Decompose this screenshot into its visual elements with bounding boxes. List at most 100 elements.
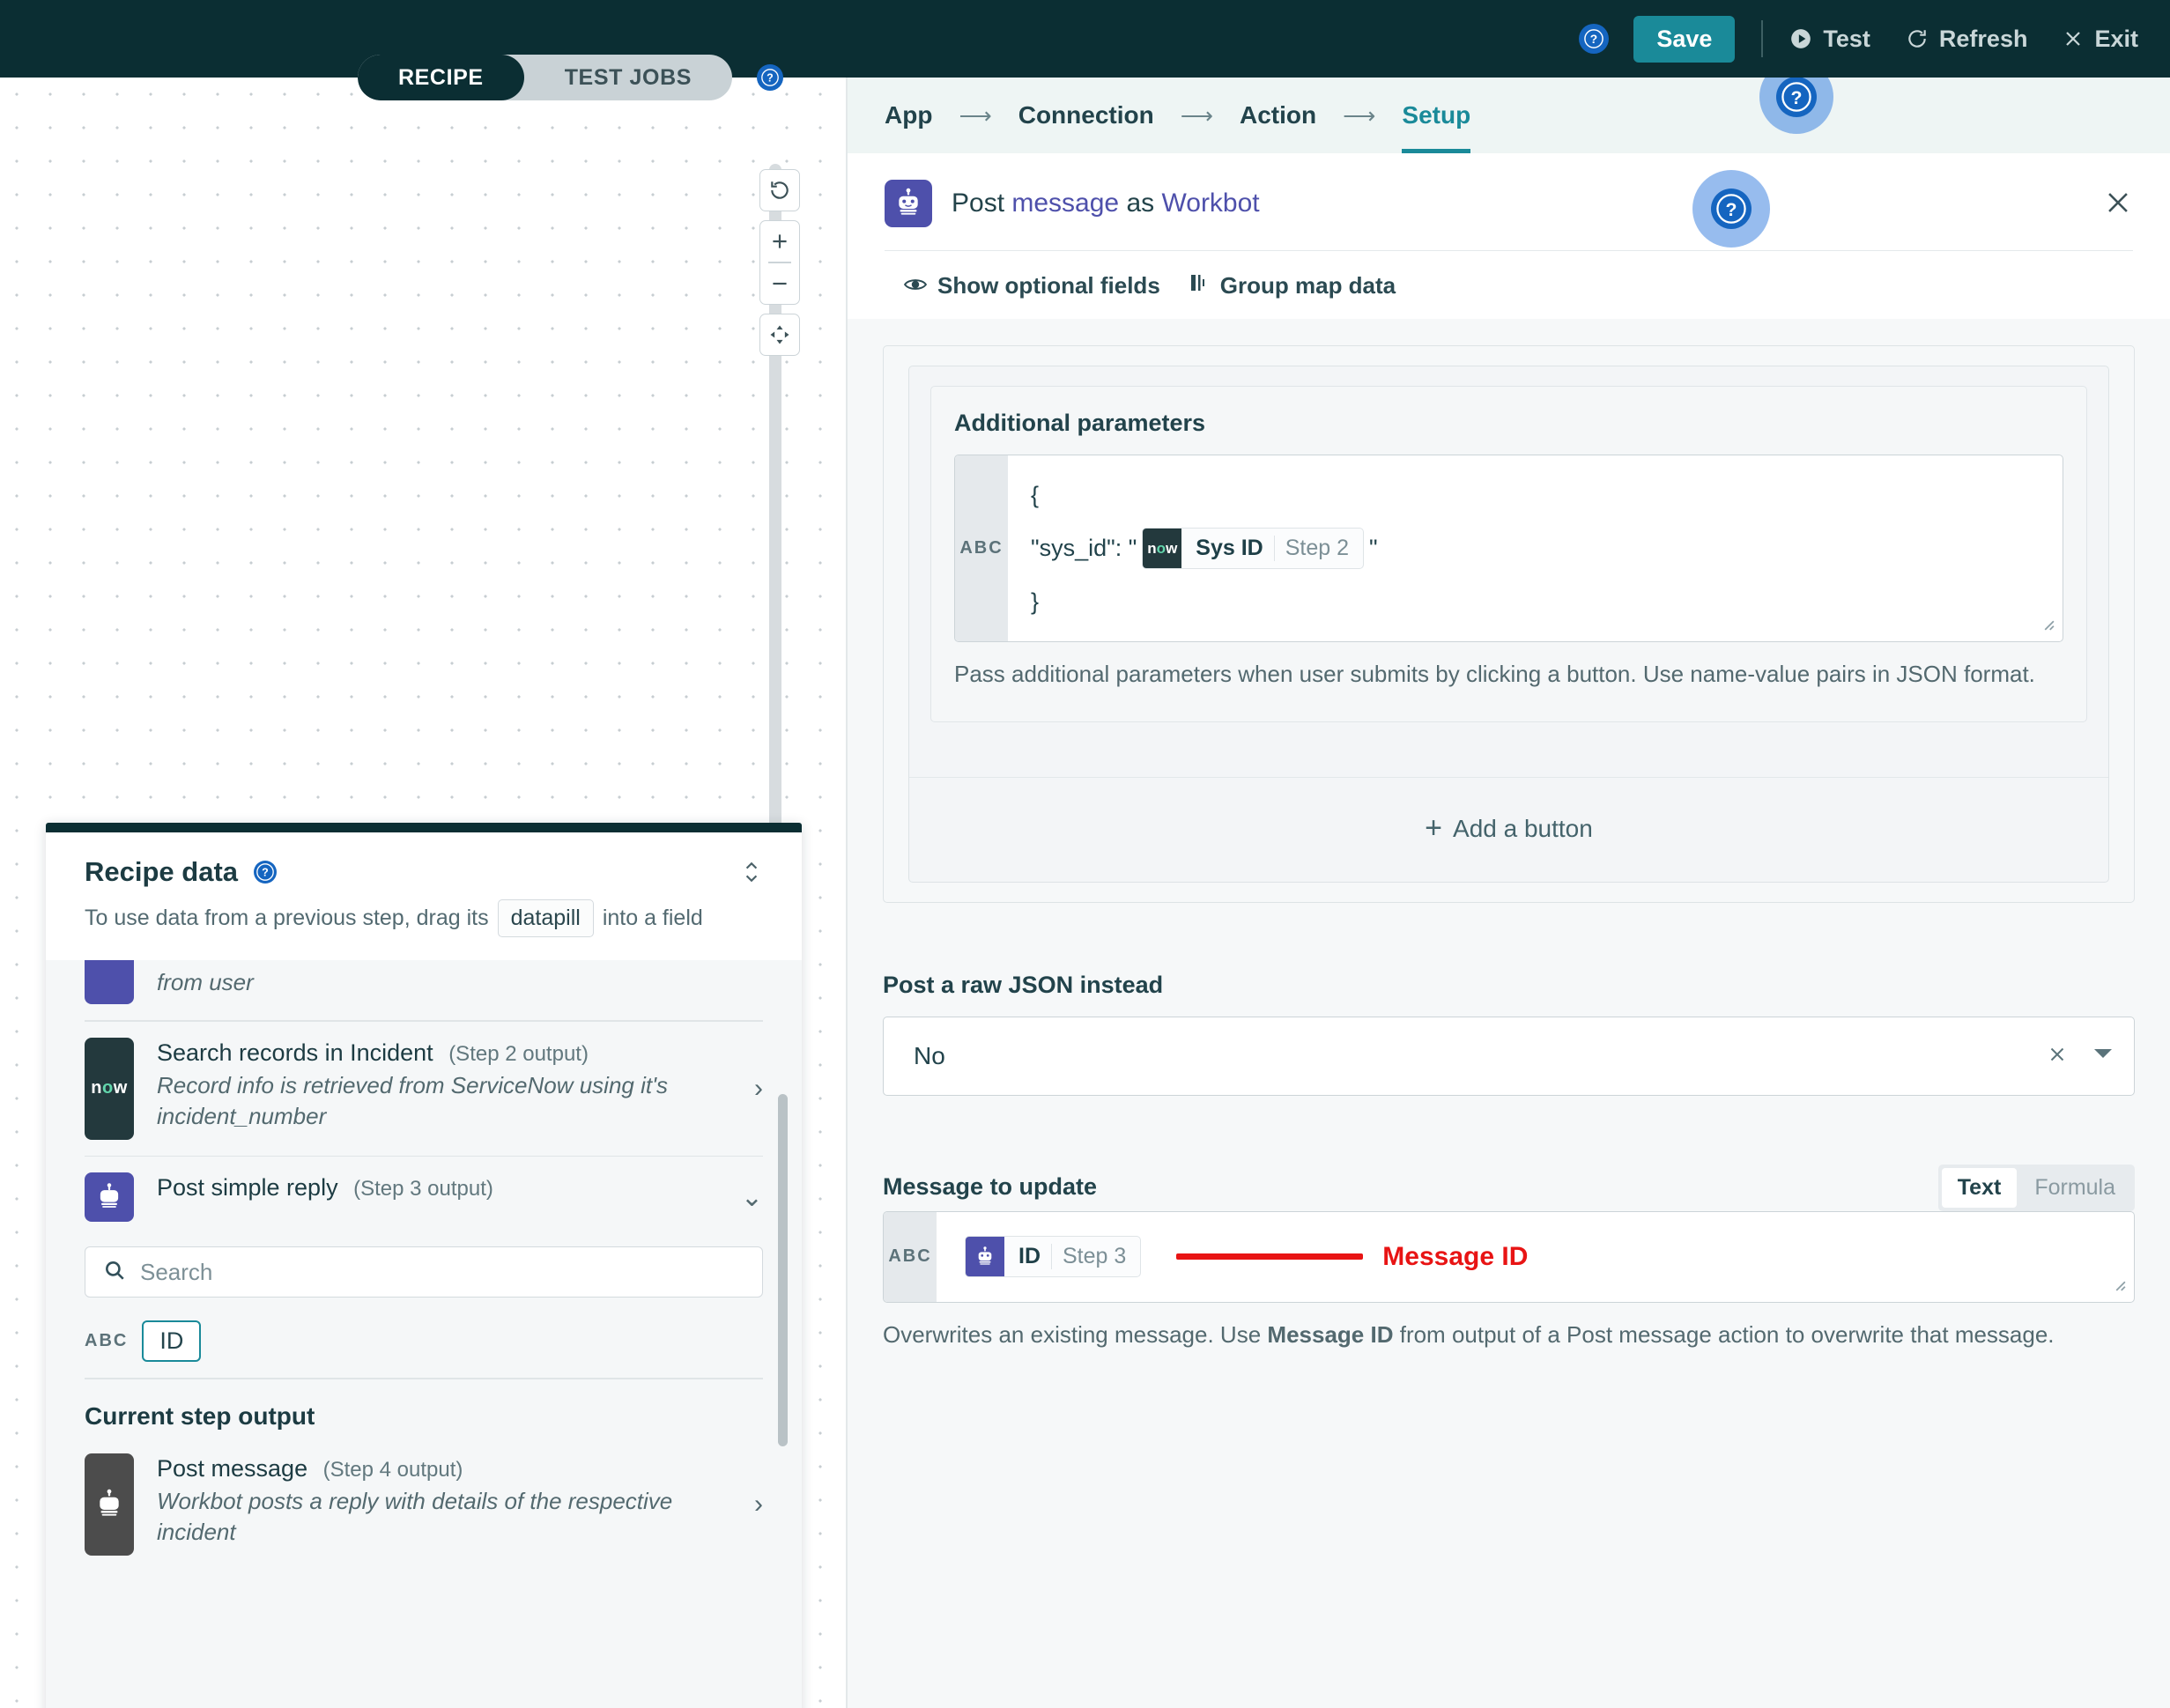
mode-switch-help-icon[interactable]: ? [757,64,784,91]
id-datapill[interactable]: ID [142,1320,202,1362]
undo-button[interactable] [759,169,800,211]
search-field[interactable] [140,1258,744,1286]
servicenow-icon: now [1143,529,1182,568]
recipe-data-panel: Recipe data ? To use data from a previou… [46,823,802,1708]
help-text-part-1: Overwrites an existing message. Use [883,1320,1262,1348]
action-title-app[interactable]: Workbot [1161,189,1259,218]
message-to-update-field: Message to update Text Formula ABC ID St… [883,1164,2135,1352]
group-map-help-bubble[interactable]: ? [1692,170,1770,248]
group-map-data-button[interactable]: Group map data [1190,272,1396,299]
arrow-right-icon: ⟶ [1180,101,1213,129]
resize-handle-icon[interactable] [2038,614,2057,638]
fit-to-screen-icon [760,314,799,355]
step-2-name: Search records in Incident (Step 2 outpu… [157,1039,731,1067]
svg-text:?: ? [262,867,269,879]
from-user-text: from user [157,967,763,996]
recipe-data-subtitle: To use data from a previous step, drag i… [85,899,763,937]
toggle-formula[interactable]: Formula [2018,1168,2131,1208]
resize-handle-icon[interactable] [2109,1275,2129,1298]
group-map-help-icon[interactable]: ? [1711,189,1752,229]
step-2-title: Search records in Incident [157,1039,433,1066]
action-title-object[interactable]: message [1011,189,1119,218]
list-item[interactable]: from user [46,960,802,1020]
annotation-label: Message ID [1382,1241,1529,1271]
mode-switch: RECIPE TEST JOBS ? [358,55,784,100]
toggle-text[interactable]: Text [1941,1167,2018,1208]
zoom-out-button[interactable] [760,263,799,304]
step-4-text: Post message (Step 4 output) Workbot pos… [157,1453,731,1549]
help-text-part-2: from output of a Post message action to … [1399,1320,2055,1348]
message-to-update-content[interactable]: ID Step 3 Message ID [937,1212,2134,1302]
svg-text:?: ? [1726,199,1737,220]
breadcrumb-item-app[interactable]: App [885,101,932,129]
message-id-datapill[interactable]: ID Step 3 [965,1236,1142,1278]
recipe-data-subtitle-after: into a field [602,906,703,930]
group-map-icon [1190,272,1210,299]
setup-help-icon[interactable]: ? [1776,78,1817,117]
clear-x-icon[interactable] [2046,1043,2069,1068]
recipe-canvas[interactable]: Recipe data ? To use data from a previou… [0,78,846,1708]
step-2-output-label: (Step 2 output) [448,1041,589,1066]
json-open-brace: { [1031,481,1040,508]
list-item[interactable]: Post simple reply (Step 3 output) ⌄ [46,1157,802,1238]
test-button[interactable]: Test [1789,26,1870,53]
recipe-data-scrollbar[interactable] [778,1094,788,1446]
datapill-chip[interactable]: datapill [497,899,594,937]
chevron-right-icon[interactable]: › [754,1490,763,1519]
page-title: Recipe data [85,856,239,887]
breadcrumb-item-setup[interactable]: Setup [1402,101,1471,153]
recipe-data-collapse-toggle[interactable] [740,855,763,889]
action-title: Post message as Workbot [952,189,1260,218]
workbot-icon [85,960,134,1004]
recipe-data-help-icon[interactable]: ? [254,861,278,884]
additional-parameters-content[interactable]: { "sys_id": " now Sys ID Step 2 "} [1008,455,2063,641]
raw-json-label: Post a raw JSON instead [883,971,1164,998]
breadcrumb-item-action[interactable]: Action [1240,101,1316,129]
svg-text:?: ? [1791,87,1803,108]
sys-id-datapill[interactable]: now Sys ID Step 2 [1142,528,1365,569]
tab-test-jobs[interactable]: TEST JOBS [524,55,732,100]
eye-icon [903,272,928,299]
json-sysid-close-quote: " [1369,535,1378,561]
list-item[interactable]: Post message (Step 4 output) Workbot pos… [46,1431,802,1571]
show-optional-fields-button[interactable]: Show optional fields [903,272,1160,299]
zoom-in-button[interactable] [760,221,799,262]
save-button[interactable]: Save [1633,15,1736,63]
exit-button[interactable]: Exit [2063,26,2138,53]
chevron-right-icon[interactable]: › [754,1074,763,1104]
arrow-right-icon: ⟶ [1343,101,1376,129]
json-line-1: { [1031,475,2040,515]
raw-json-value: No [914,1041,945,1069]
step-4-name: Post message (Step 4 output) [157,1455,731,1482]
message-to-update-label: Message to update [883,1172,1098,1200]
chevron-down-icon[interactable]: ⌄ [741,1182,763,1213]
add-a-button[interactable]: + Add a button [1425,813,1593,843]
raw-json-select-icons [2046,1043,2113,1068]
additional-parameters-input[interactable]: ABC { "sys_id": " now Sys ID Step 2 "} [954,455,2063,642]
workbot-icon [885,180,932,227]
message-to-update-input[interactable]: ABC ID Step 3 Message ID [883,1210,2135,1303]
chevron-down-icon[interactable] [2093,1047,2113,1064]
raw-json-select[interactable]: No [883,1016,2135,1096]
canvas-zoom-controls [759,169,800,356]
list-item[interactable]: now Search records in Incident (Step 2 o… [46,1022,802,1156]
recipe-data-body: from user now Search records in Incident… [46,960,802,1708]
message-id-pill-name: ID [1018,1244,1041,1269]
close-panel-button[interactable] [2103,188,2133,219]
zoom-buttons [759,220,800,305]
additional-parameters-help-text: Pass additional parameters when user sub… [954,661,2035,687]
action-header: Post message as Workbot Show optional fi… [848,153,2170,319]
svg-text:?: ? [767,72,774,85]
recipe-data-subtitle-before: To use data from a previous step, drag i… [85,906,489,930]
breadcrumb-item-connection[interactable]: Connection [1018,101,1154,129]
tab-recipe[interactable]: RECIPE [358,55,524,100]
svg-text:?: ? [1590,33,1597,46]
add-button-row: + Add a button [909,776,2108,882]
search-input[interactable] [85,1246,763,1298]
undo-icon [760,170,799,211]
topbar-help-icon[interactable]: ? [1579,24,1610,54]
refresh-button[interactable]: Refresh [1906,26,2027,53]
step-3-name: Post simple reply (Step 3 output) [157,1174,718,1202]
workbot-icon [85,1453,134,1556]
fit-to-screen-button[interactable] [759,313,800,356]
